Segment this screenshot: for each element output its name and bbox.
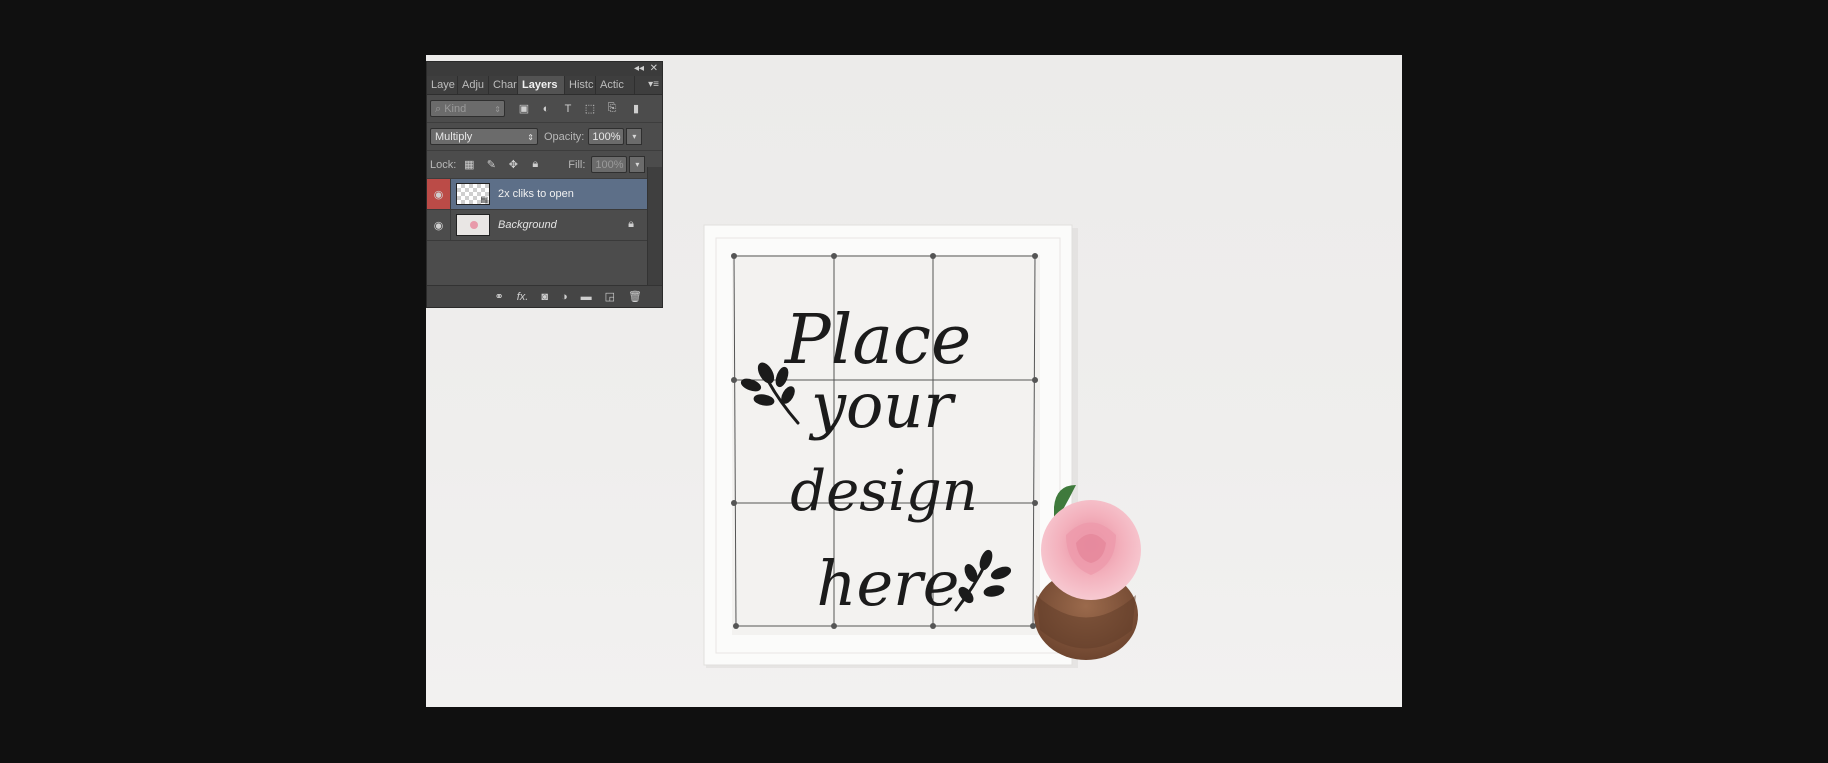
filter-row: ⌕ Kind ⇕ ▣ ◐ T ⬚ ⎘ ▮: [427, 95, 662, 123]
thumbnail-rose-dot: [470, 221, 478, 229]
lock-all-icon[interactable]: 🔒︎: [528, 158, 542, 171]
design-text-line-4: here: [817, 547, 960, 620]
panel-menu-icon[interactable]: ▾≡: [648, 79, 659, 90]
lock-transparent-icon[interactable]: ▦: [462, 158, 476, 171]
design-text-line-3: design: [790, 459, 978, 524]
lock-pixels-icon[interactable]: ✎: [484, 158, 498, 171]
close-panel-icon[interactable]: ✕: [650, 62, 658, 76]
panel-tabs: Laye Adju Char Layers Histc Actic ▾≡: [427, 76, 662, 95]
fx-icon[interactable]: fx.: [517, 291, 529, 303]
layers-scrollbar[interactable]: [647, 167, 662, 292]
layer-row-smart-object[interactable]: ◉ ▤ 2x cliks to open: [427, 179, 648, 210]
panel-footer: ⚭ fx. ◙ ◑ ▬ ◲ 🗑︎: [427, 285, 662, 307]
tab-layers[interactable]: Layers: [518, 76, 565, 94]
spinner-icon: ⇕: [494, 105, 501, 114]
visibility-eye-icon[interactable]: ◉: [427, 210, 451, 240]
new-layer-icon[interactable]: ◲: [605, 290, 615, 303]
panel-titlebar: ◂◂ ✕: [427, 62, 662, 76]
blend-row: Multiply ⇕ Opacity: 100% ▾: [427, 123, 662, 151]
smart-object-filter-icon[interactable]: ⎘: [605, 102, 619, 115]
fill-label: Fill:: [568, 158, 586, 171]
opacity-label: Opacity:: [544, 130, 585, 143]
mask-icon[interactable]: ◙: [541, 291, 548, 303]
lock-label: Lock:: [430, 158, 457, 171]
smart-object-badge-icon: ▤: [480, 195, 488, 204]
type-filter-icon[interactable]: T: [561, 103, 575, 115]
blend-mode-value: Multiply: [435, 131, 473, 143]
layer-thumbnail: [456, 214, 490, 236]
tab-history[interactable]: Histc: [565, 76, 596, 94]
fill-input[interactable]: 100%: [591, 156, 628, 173]
tab-actions[interactable]: Actic: [596, 76, 635, 94]
filter-kind-label: Kind: [444, 103, 467, 115]
tab-character[interactable]: Char: [489, 76, 518, 94]
collapse-panel-icon[interactable]: ◂◂: [634, 62, 644, 76]
visibility-eye-icon[interactable]: ◉: [427, 179, 451, 209]
image-filter-icon[interactable]: ▣: [517, 102, 531, 115]
spinner-icon: ⇕: [527, 133, 534, 142]
blend-mode-select[interactable]: Multiply ⇕: [430, 128, 538, 145]
opacity-input[interactable]: 100%: [588, 128, 625, 145]
filter-toggle-icon[interactable]: ▮: [629, 102, 643, 115]
trash-icon[interactable]: 🗑︎: [628, 290, 642, 303]
layer-thumbnail: ▤: [456, 183, 490, 205]
lock-position-icon[interactable]: ✥: [506, 158, 520, 171]
layers-panel: ◂◂ ✕ Laye Adju Char Layers Histc Actic ▾…: [426, 61, 663, 308]
search-icon: ⌕: [435, 103, 445, 115]
lock-row: Lock: ▦ ✎ ✥ 🔒︎ Fill: 100% ▾: [427, 151, 662, 179]
layer-name[interactable]: 2x cliks to open: [498, 188, 574, 200]
design-text-line-2: your: [808, 369, 956, 442]
tab-adjustments[interactable]: Adju: [458, 76, 489, 94]
adjustment-icon[interactable]: ◑: [561, 291, 568, 303]
link-icon[interactable]: ⚭: [494, 290, 503, 303]
tab-layer-comps[interactable]: Laye: [427, 76, 458, 94]
filter-kind-select[interactable]: ⌕ Kind ⇕: [430, 100, 505, 117]
group-icon[interactable]: ▬: [581, 291, 592, 303]
lock-icon: 🔒︎: [628, 218, 634, 230]
fill-dropdown-icon[interactable]: ▾: [629, 156, 646, 173]
layer-row-background[interactable]: ◉ Background 🔒︎: [427, 210, 648, 241]
adjustment-filter-icon[interactable]: ◐: [539, 103, 553, 115]
layer-name[interactable]: Background: [498, 219, 557, 231]
opacity-dropdown-icon[interactable]: ▾: [626, 128, 643, 145]
shape-filter-icon[interactable]: ⬚: [583, 102, 597, 115]
